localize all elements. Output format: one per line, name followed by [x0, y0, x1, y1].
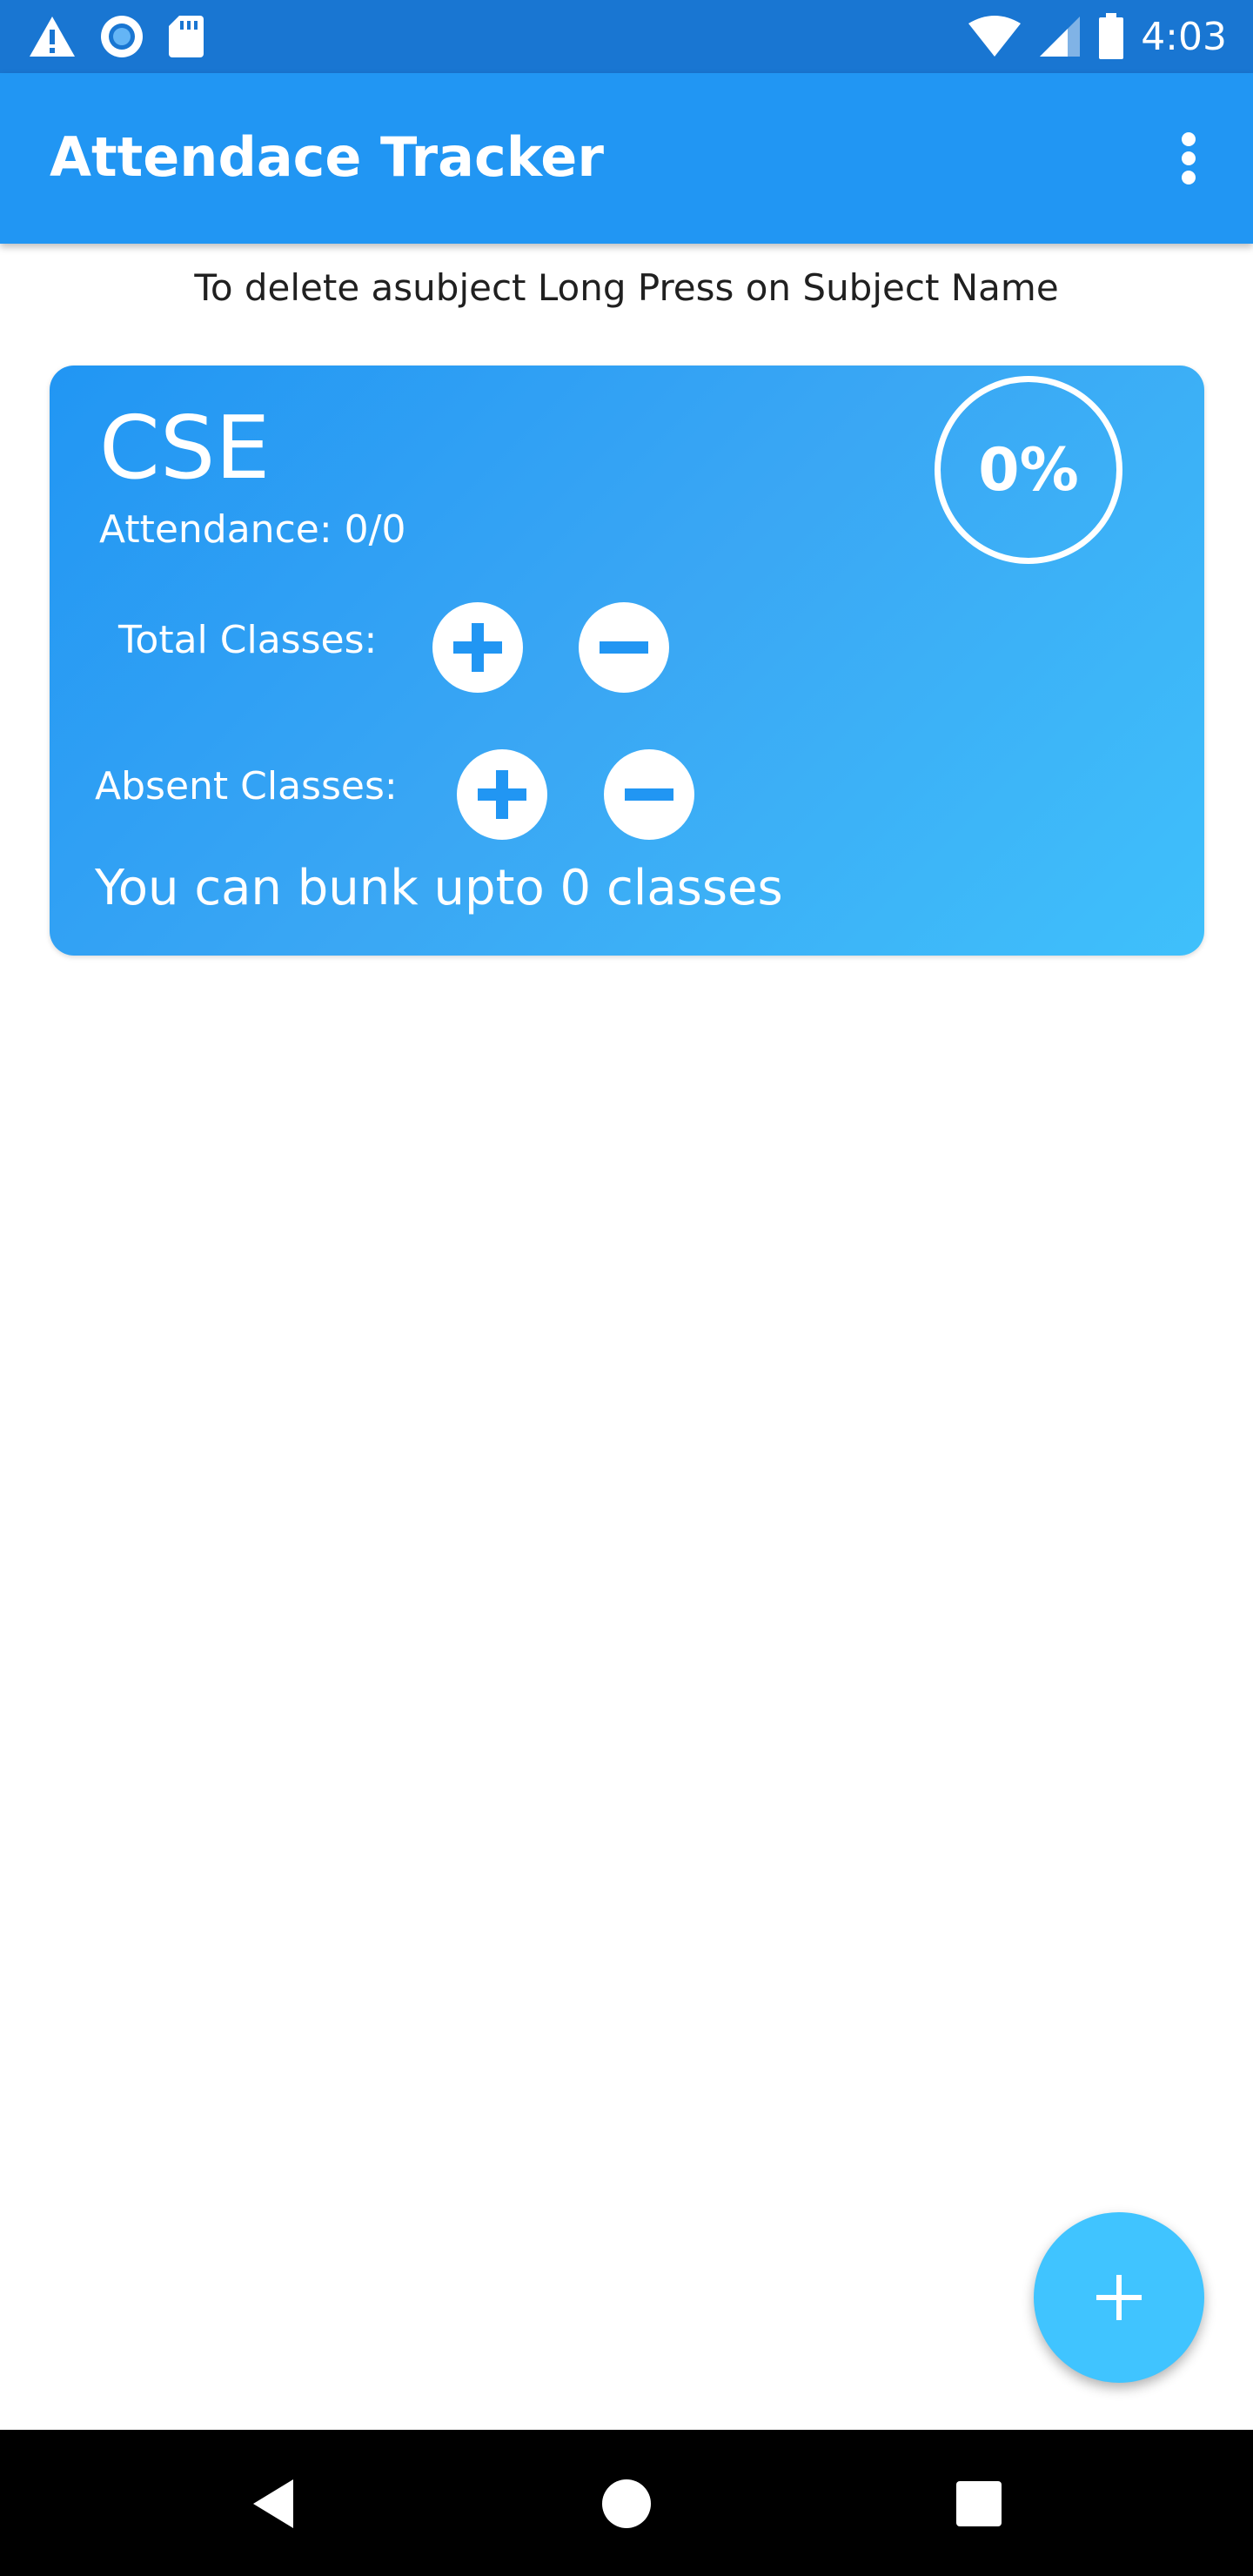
delete-hint-text: To delete asubject Long Press on Subject…	[194, 266, 1059, 309]
status-right-icons: 4:03	[967, 12, 1227, 61]
attendance-percent: 0%	[978, 435, 1079, 505]
overflow-menu-button[interactable]	[1154, 122, 1223, 195]
app-screen: 4:03 Attendace Tracker To delete asubjec…	[0, 0, 1253, 2576]
nav-back-button[interactable]	[235, 2465, 313, 2543]
back-icon	[253, 2479, 293, 2528]
subject-card[interactable]: CSE Attendance: 0/0 0% Total Classes: Ab…	[50, 366, 1204, 956]
plus-icon	[453, 623, 502, 672]
recents-icon	[956, 2481, 1002, 2526]
total-classes-add-button[interactable]	[432, 602, 523, 693]
total-classes-remove-button[interactable]	[579, 602, 669, 693]
total-classes-label: Total Classes:	[118, 618, 378, 662]
sd-card-icon	[169, 16, 204, 57]
home-icon	[602, 2479, 651, 2528]
wifi-icon	[968, 16, 1022, 57]
warning-icon	[30, 17, 75, 57]
absent-classes-remove-button[interactable]	[604, 749, 694, 840]
subject-name[interactable]: CSE	[99, 400, 270, 496]
absent-classes-label: Absent Classes:	[95, 764, 398, 808]
minus-icon	[600, 641, 648, 654]
status-bar: 4:03	[0, 0, 1253, 73]
absent-classes-add-button[interactable]	[457, 749, 547, 840]
nav-home-button[interactable]	[587, 2465, 666, 2543]
cellular-signal-icon	[1040, 17, 1081, 57]
nav-recents-button[interactable]	[940, 2465, 1018, 2543]
system-nav-bar	[0, 2430, 1253, 2576]
status-left-icons	[28, 12, 205, 61]
minus-icon	[625, 788, 673, 801]
plus-icon	[478, 770, 526, 819]
battery-icon	[1099, 13, 1124, 59]
attendance-percent-ring: 0%	[935, 376, 1122, 564]
record-icon	[101, 16, 143, 57]
add-icon	[1096, 2275, 1142, 2320]
more-vert-icon	[1182, 132, 1196, 184]
app-title: Attendace Tracker	[50, 125, 604, 189]
add-subject-fab[interactable]	[1034, 2212, 1204, 2383]
bunk-message: You can bunk upto 0 classes	[95, 860, 783, 916]
status-time: 4:03	[1141, 14, 1227, 59]
attendance-count: Attendance: 0/0	[99, 507, 406, 552]
app-bar: Attendace Tracker	[0, 73, 1253, 244]
